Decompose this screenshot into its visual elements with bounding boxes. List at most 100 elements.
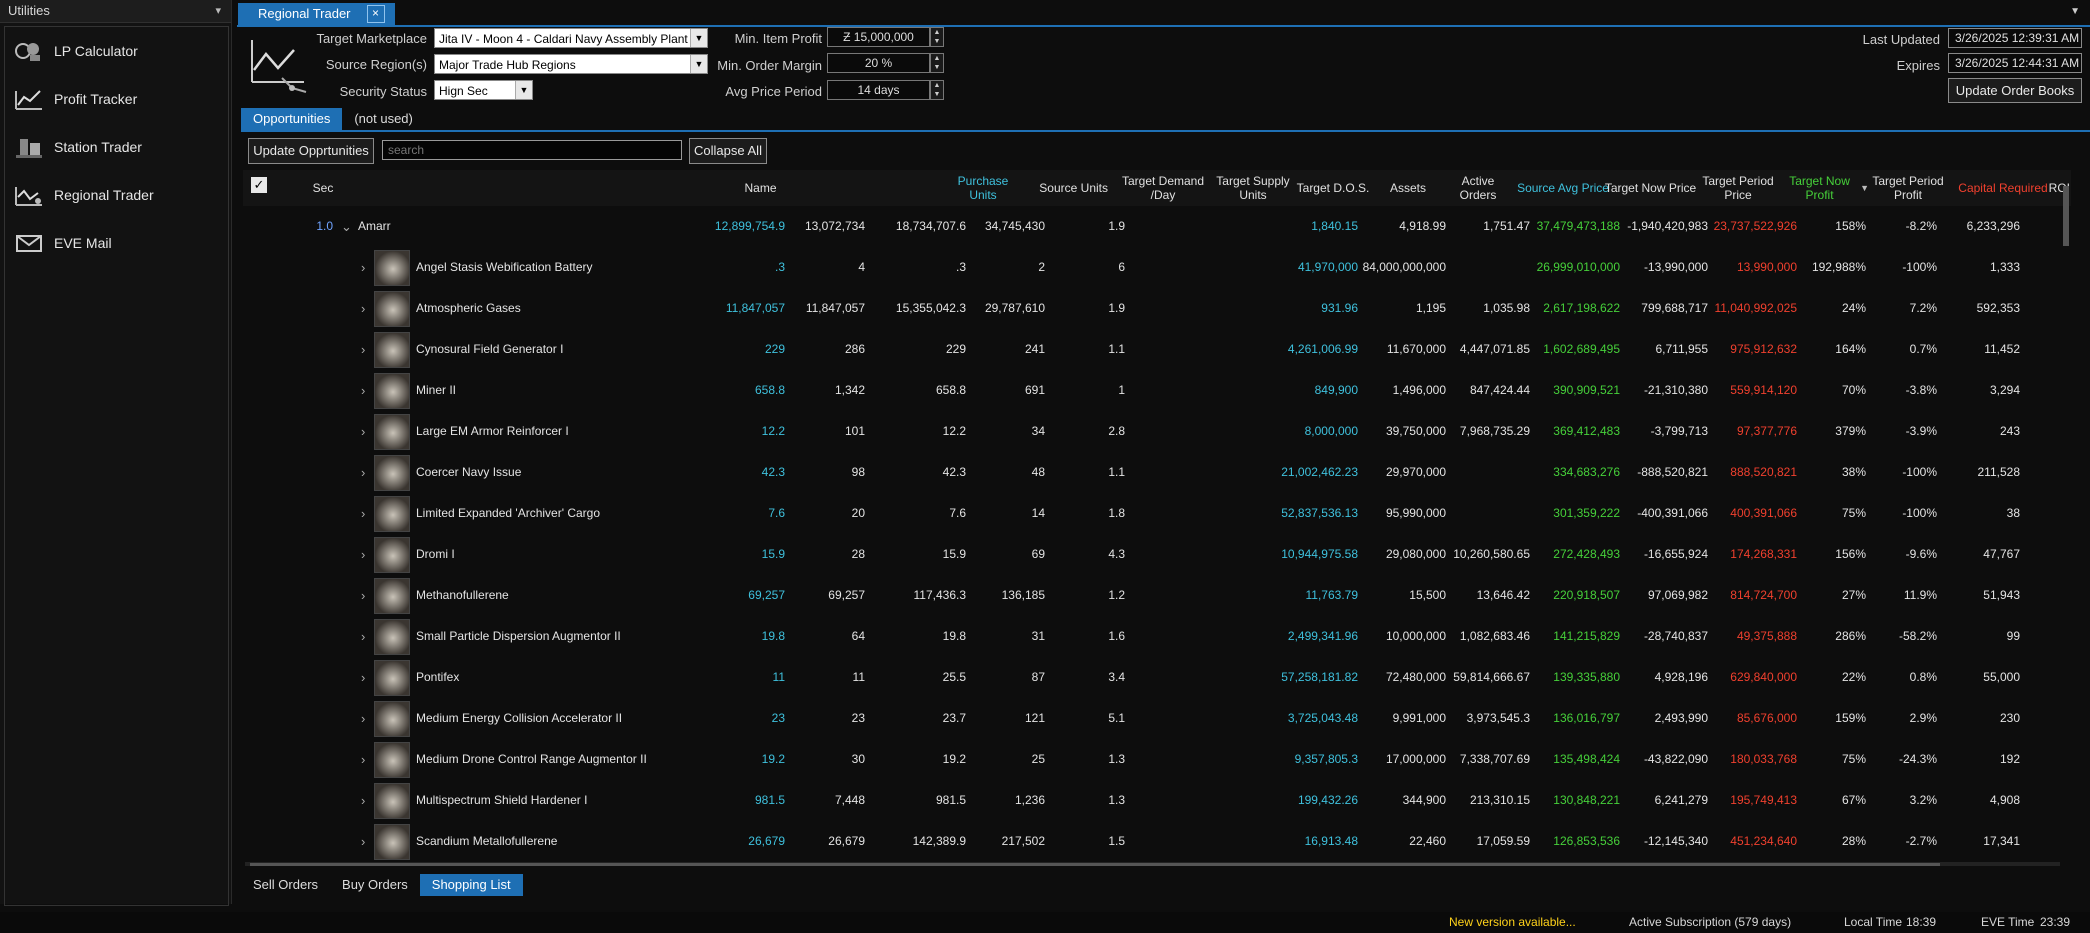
document-tabs: Regional Trader × <box>238 3 395 25</box>
cell-name: Small Particle Dispersion Augmentor II <box>416 629 621 643</box>
col-target-period-price[interactable]: Target Period Price <box>1693 170 1783 206</box>
col-target-supply[interactable]: Target Supply Units <box>1213 170 1293 206</box>
cell-name: Cynosural Field Generator I <box>416 342 564 356</box>
col-sec[interactable]: Sec <box>303 170 343 206</box>
vertical-scrollbar[interactable] <box>2063 186 2069 246</box>
chevron-right-icon[interactable]: › <box>361 370 365 411</box>
cell-target-dos: 1.8 <box>1108 506 1125 520</box>
chevron-right-icon[interactable]: › <box>361 288 365 329</box>
co-gas-icon <box>374 291 410 327</box>
cyno-generator-icon <box>374 332 410 368</box>
nav-station-trader[interactable]: Station Trader <box>14 134 142 160</box>
chevron-right-icon[interactable]: › <box>361 575 365 616</box>
tab-not-used[interactable]: (not used) <box>342 108 425 130</box>
chevron-down-icon[interactable]: ▼ <box>2070 6 2080 17</box>
avg-price-period-input[interactable]: 14 days ▲ ▼ <box>827 80 944 100</box>
table-row[interactable]: › Large EM Armor Reinforcer I 12.2 101 12.2 3… <box>243 411 2071 452</box>
table-row[interactable]: › Limited Expanded 'Archiver' Cargo 7.6 20 7… <box>243 493 2071 534</box>
new-version-link[interactable]: New version available... <box>1449 912 1576 933</box>
source-regions-select[interactable]: Major Trade Hub Regions ▼ <box>434 54 708 74</box>
cell-item-volume: 211,528 <box>1977 465 2021 479</box>
tab-shopping-list[interactable]: Shopping List <box>419 874 523 896</box>
chevron-right-icon[interactable]: › <box>361 739 365 780</box>
col-target-demand[interactable]: Target Demand /Day <box>1113 170 1213 206</box>
group-row[interactable]: 1.0 ⌄ Amarr 12,899,754.9 13,072,734 18,734,70… <box>243 206 2071 247</box>
chevron-down-icon[interactable]: ⌄ <box>341 206 352 247</box>
table-row[interactable]: › Miner II 658.8 1,342 658.8 691 1 849,900 1,496… <box>243 370 2071 411</box>
bottom-tabs: Sell Orders Buy Orders Shopping List <box>241 874 523 896</box>
table-row[interactable]: › Atmospheric Gases 11,847,057 11,847,057 15… <box>243 288 2071 329</box>
opportunities-grid: Sec Name Purchase Units Source Units Tar… <box>243 170 2071 860</box>
target-marketplace-select[interactable]: Jita IV - Moon 4 - Caldari Navy Assembly… <box>434 28 708 48</box>
table-row[interactable]: › Medium Drone Control Range Augmentor II… <box>243 739 2071 780</box>
tab-opportunities[interactable]: Opportunities <box>241 108 343 130</box>
close-icon[interactable]: × <box>366 5 385 23</box>
chevron-right-icon[interactable]: › <box>361 657 365 698</box>
nav-eve-mail[interactable]: EVE Mail <box>14 230 112 256</box>
target-marketplace-label: Target Marketplace <box>316 31 427 46</box>
chevron-right-icon[interactable]: › <box>361 329 365 370</box>
target-marketplace-value: Jita IV - Moon 4 - Caldari Navy Assembly… <box>439 32 688 46</box>
table-row[interactable]: › Cynosural Field Generator I 229 286 229 241… <box>243 329 2071 370</box>
table-row[interactable]: › Scandium Metallofullerene 26,679 26,679 14… <box>243 821 2071 860</box>
table-row[interactable]: › Dromi I 15.9 28 15.9 69 4.3 10,944,975.58 29,0… <box>243 534 2071 575</box>
col-purchase-units[interactable]: Purchase Units <box>708 170 1018 206</box>
utilities-title: Utilities <box>8 3 50 18</box>
cell-item-volume: 55,000 <box>1983 670 2020 684</box>
search-input[interactable]: search <box>382 140 682 160</box>
tab-regional-trader[interactable]: Regional Trader × <box>238 3 395 25</box>
collapse-all-button[interactable]: Collapse All <box>689 138 767 164</box>
tab-sell-orders[interactable]: Sell Orders <box>241 874 330 896</box>
col-target-period-profit[interactable]: Target Period Profit <box>1863 170 1953 206</box>
nav-label: LP Calculator <box>54 43 138 59</box>
table-row[interactable]: › Small Particle Dispersion Augmentor II 1… <box>243 616 2071 657</box>
source-regions-value: Major Trade Hub Regions <box>439 58 576 72</box>
cell-name: Methanofullerene <box>416 588 509 602</box>
chevron-right-icon[interactable]: › <box>361 493 365 534</box>
chevron-right-icon[interactable]: › <box>361 452 365 493</box>
col-target-dos[interactable]: Target D.O.S. <box>1293 170 1373 206</box>
chevron-right-icon[interactable]: › <box>361 411 365 452</box>
update-order-books-button[interactable]: Update Order Books <box>1948 78 2082 103</box>
chevron-right-icon[interactable]: › <box>361 780 365 821</box>
min-order-margin-input[interactable]: 20 % ▲ ▼ <box>827 53 944 73</box>
eve-time-value: 23:39 <box>2040 915 2071 929</box>
pin-icon[interactable]: ▾ <box>215 0 221 22</box>
spinner-arrows-icon[interactable]: ▲ ▼ <box>930 53 944 73</box>
chevron-right-icon[interactable]: › <box>361 821 365 860</box>
horizontal-scrollbar[interactable] <box>250 863 1940 866</box>
nav-profit-tracker[interactable]: Profit Tracker <box>14 86 137 112</box>
cell-name: Medium Drone Control Range Augmentor II <box>416 752 647 766</box>
update-opportunities-button[interactable]: Update Opprtunities <box>248 138 374 164</box>
table-row[interactable]: › Medium Energy Collision Accelerator II 2… <box>243 698 2071 739</box>
tab-buy-orders[interactable]: Buy Orders <box>330 874 420 896</box>
nav-regional-trader[interactable]: Regional Trader <box>14 182 154 208</box>
min-item-profit-input[interactable]: Ƶ 15,000,000 ▲ ▼ <box>827 27 944 47</box>
table-row[interactable]: › Methanofullerene 69,257 69,257 117,436.3 13… <box>243 575 2071 616</box>
col-source-avg-price[interactable]: Source Avg Price <box>1513 170 1613 206</box>
spinner-arrows-icon[interactable]: ▲ ▼ <box>930 27 944 47</box>
table-row[interactable]: › Pontifex 11 11 25.5 87 3.4 57,258,181.82 72,48… <box>243 657 2071 698</box>
chevron-down-icon[interactable]: ▼ <box>515 81 532 99</box>
table-row[interactable]: › Coercer Navy Issue 42.3 98 42.3 48 1.1 21,002… <box>243 452 2071 493</box>
miner-icon <box>374 373 410 409</box>
col-target-now-price[interactable]: Target Now Price <box>1603 170 1698 206</box>
select-all-checkbox[interactable]: ✓ <box>251 177 267 193</box>
col-capital-required[interactable]: Capital Required <box>1953 170 2053 206</box>
cell-item-volume: 592,353 <box>1976 301 2020 315</box>
security-status-select[interactable]: Hign Sec ▼ <box>434 80 533 100</box>
cell-target-dos: 1.3 <box>1108 752 1125 766</box>
table-row[interactable]: › Multispectrum Shield Hardener I 981.5 7,4… <box>243 780 2071 821</box>
col-source-units[interactable]: Source Units <box>1023 170 1108 206</box>
cell-name: Miner II <box>416 383 457 397</box>
table-row[interactable]: › Angel Stasis Webification Battery .3 4.3 2… <box>243 247 2071 288</box>
col-active-orders[interactable]: Active Orders <box>1443 170 1513 206</box>
chevron-right-icon[interactable]: › <box>361 616 365 657</box>
spinner-arrows-icon[interactable]: ▲ ▼ <box>930 80 944 100</box>
chevron-right-icon[interactable]: › <box>361 247 365 288</box>
chevron-right-icon[interactable]: › <box>361 698 365 739</box>
col-assets[interactable]: Assets <box>1373 170 1443 206</box>
chevron-right-icon[interactable]: › <box>361 534 365 575</box>
nav-lp-calculator[interactable]: LP Calculator <box>14 38 138 64</box>
col-target-now-profit[interactable]: Target Now Profit ▼ <box>1783 170 1869 206</box>
